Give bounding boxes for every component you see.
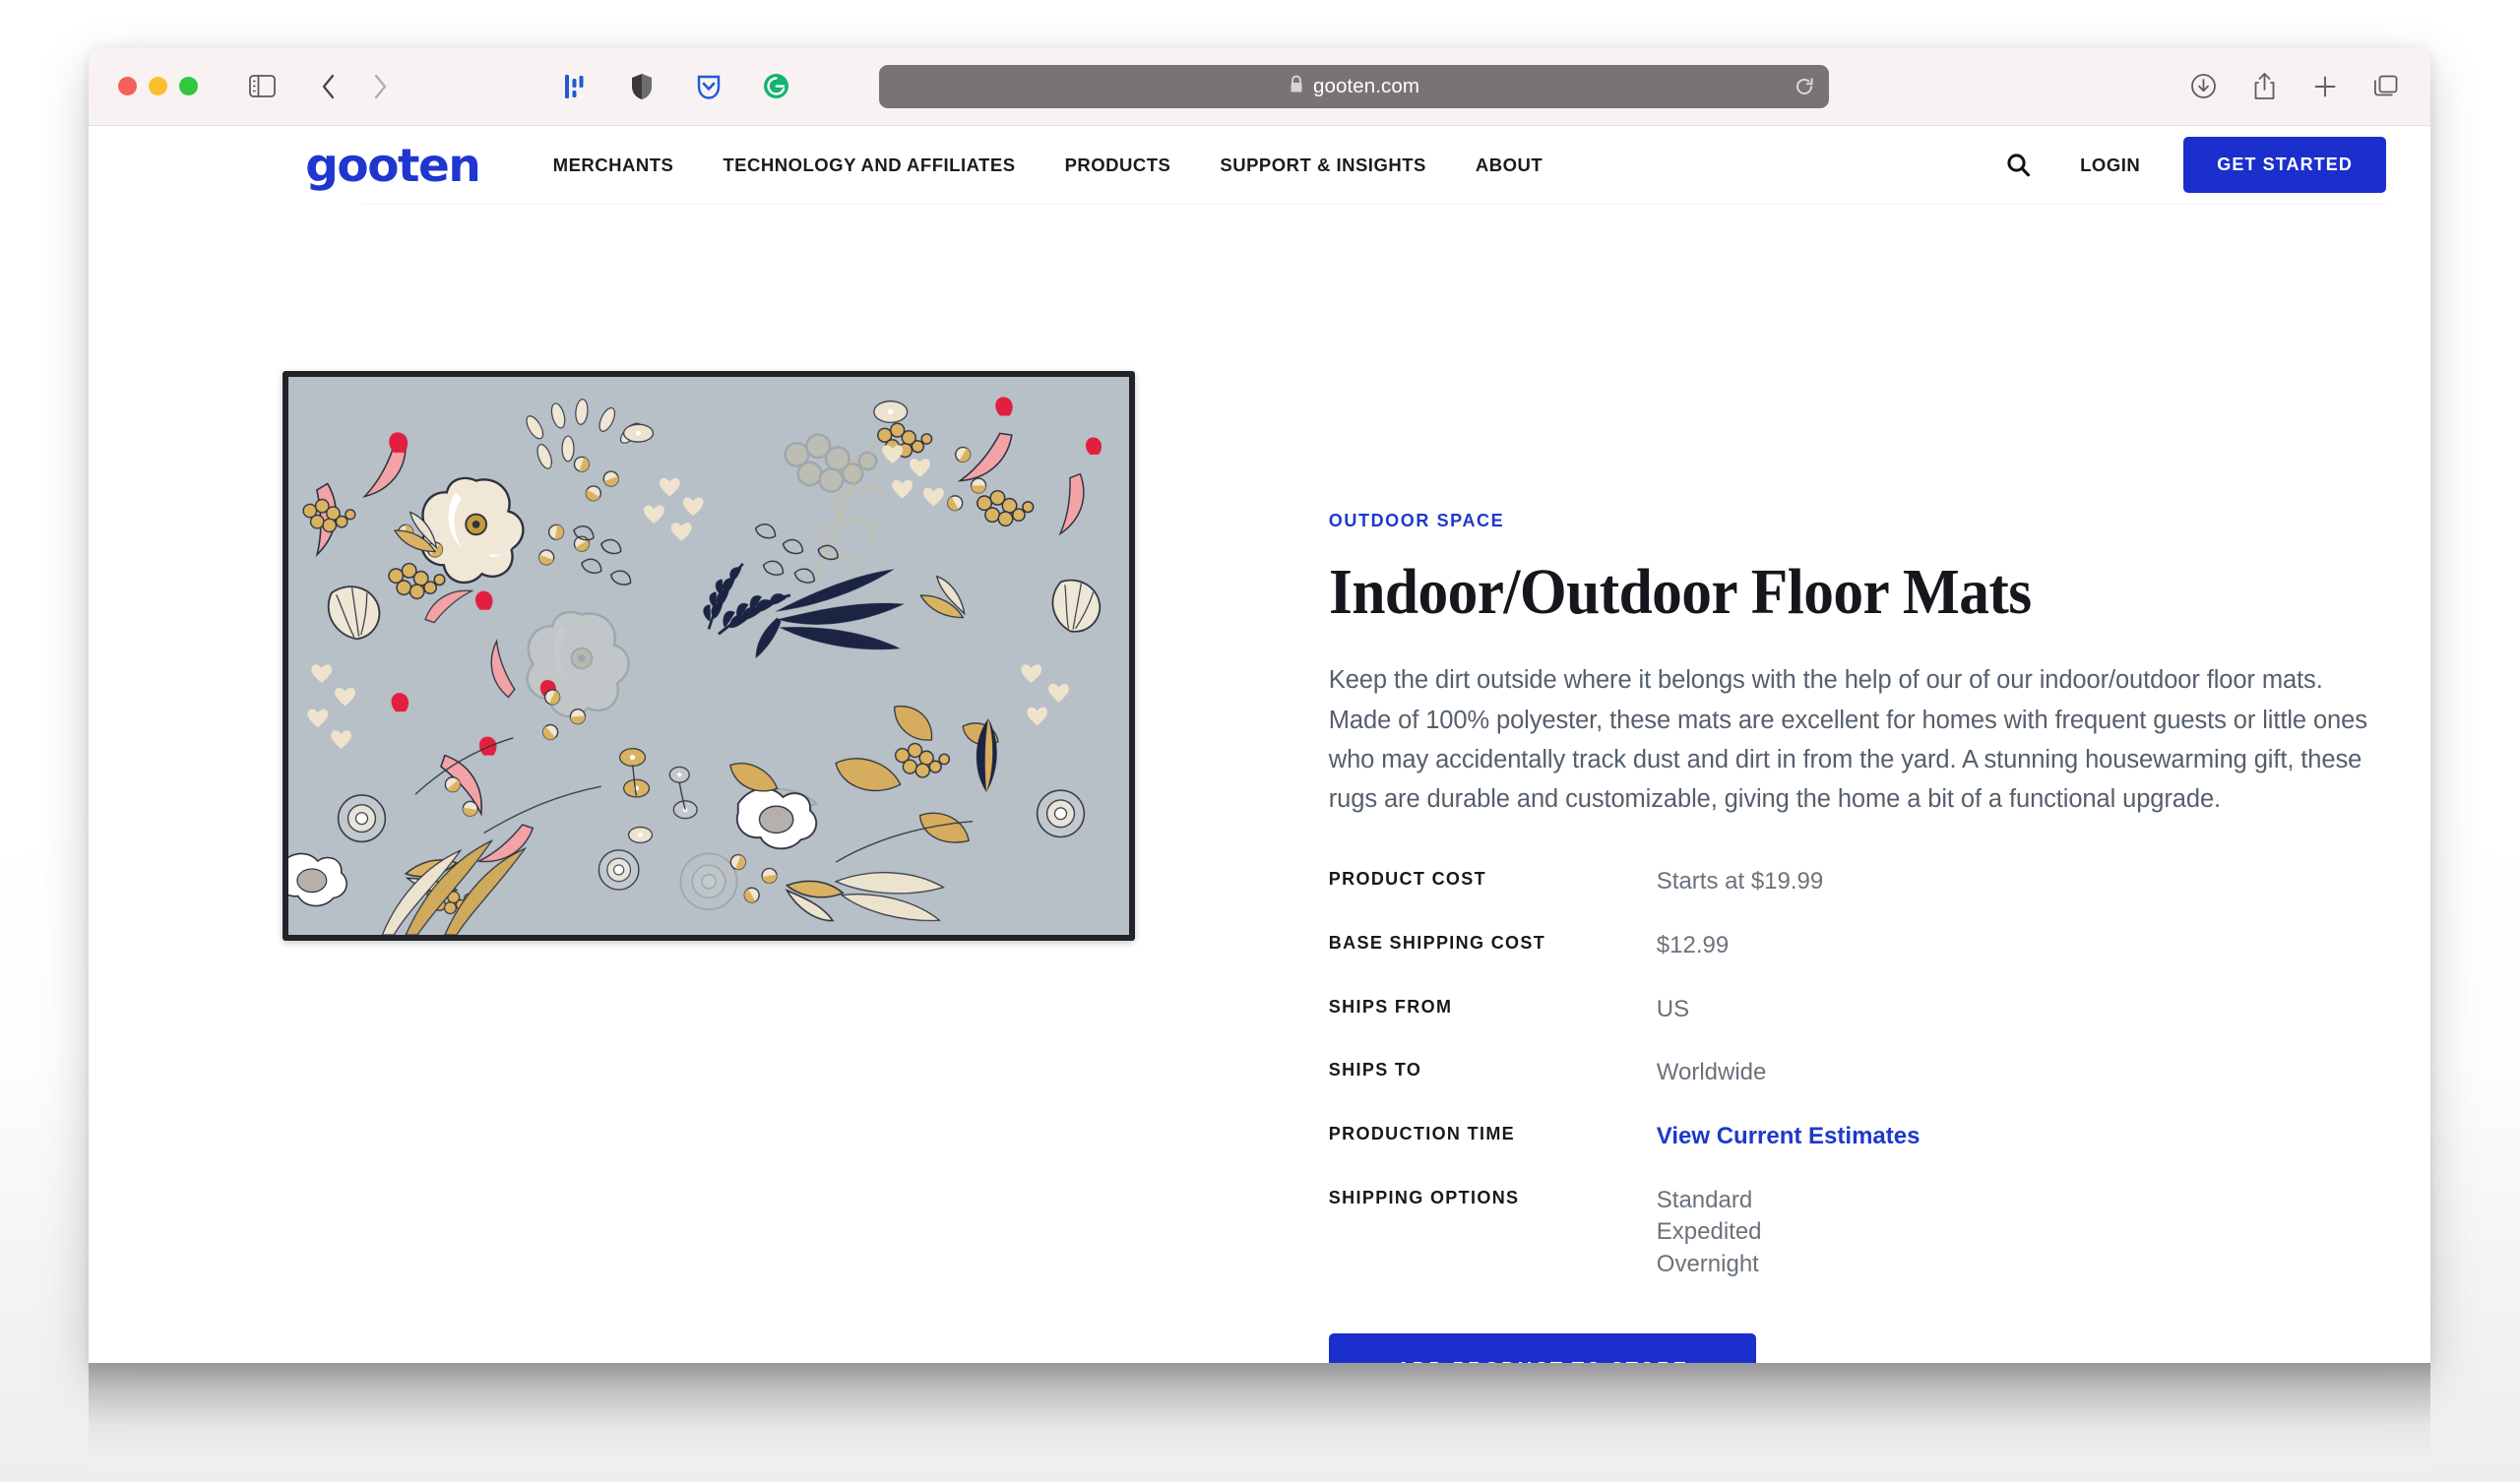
spec-label: SHIPPING OPTIONS — [1328, 1187, 1520, 1207]
grammarly-extension-icon[interactable] — [753, 66, 798, 107]
spec-label: BASE SHIPPING COST — [1328, 933, 1546, 954]
downloads-icon[interactable] — [2184, 66, 2222, 107]
nav-item-merchants[interactable]: MERCHANTS — [553, 145, 674, 186]
address-text: gooten.com — [1312, 75, 1420, 97]
minimize-window-button[interactable] — [149, 77, 167, 95]
window-drop-shadow — [89, 1363, 2430, 1482]
maximize-window-button[interactable] — [179, 77, 198, 95]
site-navigation: gooten MERCHANTS TECHNOLOGY AND AFFILIAT… — [89, 126, 2430, 205]
toolbar-right-icons — [2184, 66, 2405, 107]
forward-icon[interactable] — [357, 66, 403, 107]
shield-extension-icon[interactable] — [619, 66, 664, 107]
spec-value: US — [1656, 995, 1690, 1022]
spec-value: Worldwide — [1656, 1059, 1767, 1086]
spec-value: $12.99 — [1656, 932, 1730, 959]
get-started-button[interactable]: GET STARTED — [2183, 137, 2386, 193]
hero-product-image[interactable] — [282, 371, 1135, 941]
spec-row-ships-from: SHIPS FROM US — [1329, 994, 2386, 1026]
nav-item-support-insights[interactable]: SUPPORT & INSIGHTS — [1220, 145, 1425, 186]
product-spec-table: PRODUCT COST Starts at $19.99 BASE SHIPP… — [1329, 866, 2386, 1280]
shipping-option-overnight: Overnight — [1656, 1250, 1759, 1277]
product-detail: OUTDOOR SPACE Indoor/Outdoor Floor Mats … — [89, 204, 2430, 1363]
close-window-button[interactable] — [118, 77, 137, 95]
back-icon[interactable] — [306, 66, 351, 107]
product-cta-group: ADD PRODUCT TO STORE GET STARTED WITH GO… — [1328, 1333, 2386, 1363]
product-gallery — [89, 204, 1329, 1363]
share-icon[interactable] — [2245, 66, 2283, 107]
login-link[interactable]: LOGIN — [2080, 154, 2140, 176]
extension-icons — [552, 66, 798, 107]
view-current-estimates-link[interactable]: View Current Estimates — [1657, 1121, 1921, 1153]
add-product-to-store-button[interactable]: ADD PRODUCT TO STORE — [1328, 1333, 1756, 1363]
browser-toolbar: gooten.com — [89, 47, 2430, 126]
sidebar-icon[interactable] — [239, 66, 284, 107]
hero-image-wrap — [89, 371, 1329, 941]
shipping-options-list: Standard Expedited Overnight — [1657, 1185, 1762, 1281]
spec-row-product-cost: PRODUCT COST Starts at $19.99 — [1329, 866, 2386, 898]
new-tab-icon[interactable] — [2306, 66, 2344, 107]
search-icon[interactable] — [1998, 145, 2039, 185]
traffic-lights — [118, 77, 198, 95]
product-category-eyebrow: OUTDOOR SPACE — [1328, 511, 1505, 530]
pocket-extension-icon[interactable] — [686, 66, 731, 107]
shipping-option-expedited: Expedited — [1656, 1218, 1762, 1246]
spec-row-production-time: PRODUCTION TIME View Current Estimates — [1329, 1121, 2386, 1153]
shipping-option-standard: Standard — [1656, 1186, 1753, 1213]
spec-label: PRODUCT COST — [1328, 869, 1486, 890]
spec-row-base-shipping-cost: BASE SHIPPING COST $12.99 — [1329, 930, 2386, 962]
nav-item-products[interactable]: PRODUCTS — [1065, 145, 1171, 186]
lock-icon — [1289, 75, 1304, 99]
spec-label: SHIPS TO — [1328, 1060, 1422, 1081]
product-info: OUTDOOR SPACE Indoor/Outdoor Floor Mats … — [1328, 204, 2386, 1363]
page-content: gooten MERCHANTS TECHNOLOGY AND AFFILIAT… — [89, 126, 2430, 1363]
nav-item-about[interactable]: ABOUT — [1476, 145, 1543, 186]
harpa-extension-icon[interactable] — [552, 66, 598, 107]
spec-value: Starts at $19.99 — [1656, 868, 1824, 895]
spec-row-ships-to: SHIPS TO Worldwide — [1329, 1057, 2386, 1089]
nav-links: MERCHANTS TECHNOLOGY AND AFFILIATES PROD… — [553, 145, 1592, 186]
spec-label: SHIPS FROM — [1328, 996, 1453, 1017]
product-description: Keep the dirt outside where it belongs w… — [1328, 666, 2367, 814]
browser-window: gooten.com gooten MERCHANTS TECHNOLOGY A… — [89, 47, 2430, 1363]
nav-right-actions: LOGIN GET STARTED — [1998, 137, 2386, 193]
spec-row-shipping-options: SHIPPING OPTIONS Standard Expedited Over… — [1329, 1185, 2386, 1281]
nav-item-technology-and-affiliates[interactable]: TECHNOLOGY AND AFFILIATES — [723, 145, 1015, 186]
gooten-logo[interactable]: gooten — [305, 143, 481, 188]
reload-icon[interactable] — [1790, 72, 1819, 101]
tab-overview-icon[interactable] — [2367, 66, 2405, 107]
address-bar[interactable]: gooten.com — [879, 65, 1829, 108]
spec-label: PRODUCTION TIME — [1328, 1123, 1516, 1143]
page-title: Indoor/Outdoor Floor Mats — [1328, 556, 2032, 628]
